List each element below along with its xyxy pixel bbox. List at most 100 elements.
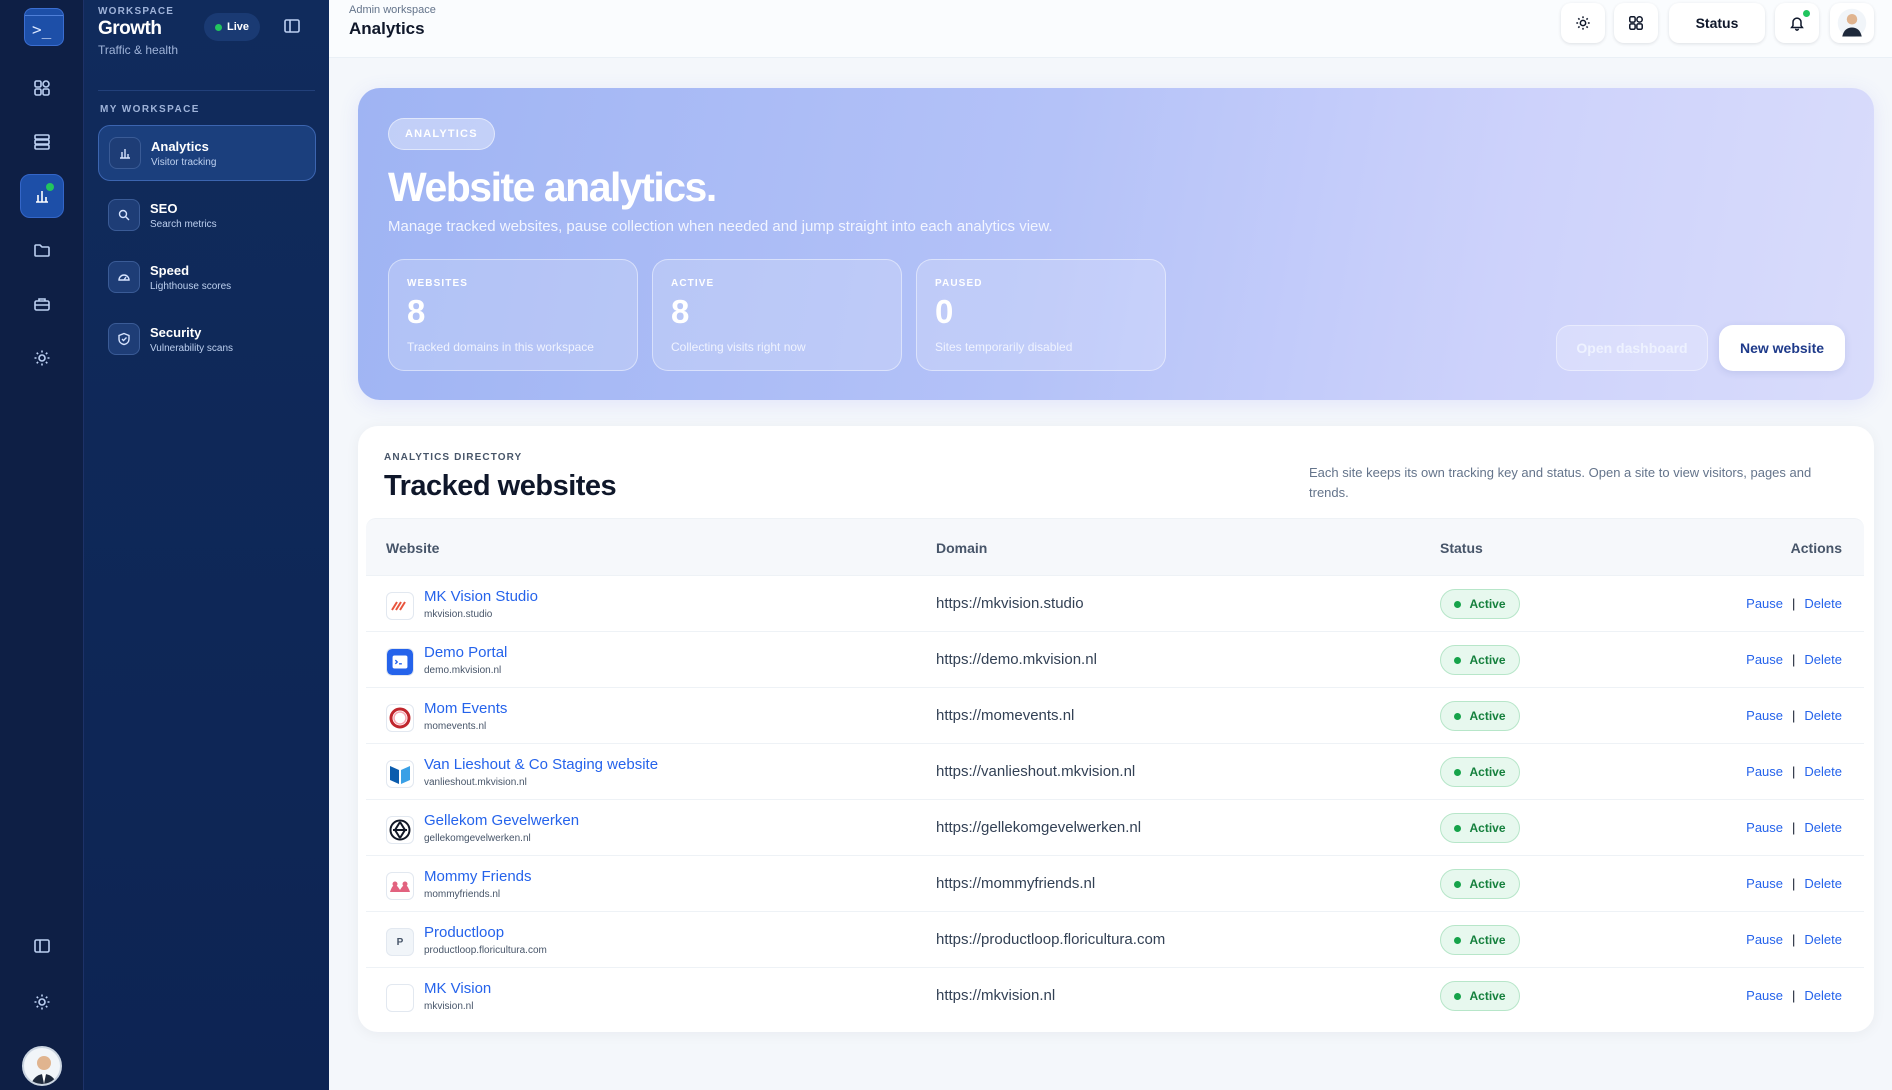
notifications-button[interactable] bbox=[1775, 3, 1819, 43]
rail-dashboard-button[interactable] bbox=[20, 66, 64, 110]
delete-button[interactable]: Delete bbox=[1804, 596, 1842, 611]
top-bar: Admin workspace Analytics Status bbox=[329, 0, 1892, 58]
gauge-icon bbox=[108, 261, 140, 293]
site-name-link[interactable]: Productloop bbox=[424, 924, 504, 941]
sidebar-item-label: Analytics bbox=[151, 138, 209, 154]
rail-sidebar-toggle-button[interactable] bbox=[20, 924, 64, 968]
database-icon bbox=[34, 134, 50, 150]
site-host: productloop.floricultura.com bbox=[424, 945, 547, 956]
site-name-link[interactable]: MK Vision Studio bbox=[424, 588, 538, 605]
delete-button[interactable]: Delete bbox=[1804, 764, 1842, 779]
pause-button[interactable]: Pause bbox=[1746, 708, 1783, 723]
sun-icon bbox=[1576, 16, 1590, 30]
delete-button[interactable]: Delete bbox=[1804, 988, 1842, 1003]
status-dot bbox=[1454, 768, 1462, 776]
table-row[interactable]: Mommy Friends mommyfriends.nl https://mo… bbox=[366, 856, 1864, 912]
delete-button[interactable]: Delete bbox=[1804, 876, 1842, 891]
theme-toggle-button[interactable] bbox=[1561, 3, 1605, 43]
apps-icon bbox=[1629, 16, 1643, 30]
rail-database-button[interactable] bbox=[20, 120, 64, 164]
collapse-sidebar-button[interactable] bbox=[282, 16, 302, 36]
status-dot bbox=[1454, 824, 1462, 832]
delete-button[interactable]: Delete bbox=[1804, 652, 1842, 667]
site-host: demo.mkvision.nl bbox=[424, 665, 502, 676]
site-host: mommyfriends.nl bbox=[424, 889, 501, 900]
site-name-link[interactable]: Mom Events bbox=[424, 700, 507, 717]
pause-button[interactable]: Pause bbox=[1746, 988, 1783, 1003]
rail-work-button[interactable] bbox=[20, 282, 64, 326]
stat-label: PAUSED bbox=[935, 278, 983, 289]
status-dot bbox=[1454, 880, 1462, 888]
table-row[interactable]: Mom Events momevents.nl https://momevent… bbox=[366, 688, 1864, 744]
action-separator: | bbox=[1792, 708, 1796, 723]
pause-button[interactable]: Pause bbox=[1746, 876, 1783, 891]
row-actions: Pause | Delete bbox=[1746, 912, 1842, 968]
tracked-websites-panel: ANALYTICS DIRECTORY Tracked websites Eac… bbox=[358, 426, 1874, 1032]
site-logo-icon bbox=[386, 872, 414, 900]
action-separator: | bbox=[1792, 764, 1796, 779]
site-name-link[interactable]: Mommy Friends bbox=[424, 868, 532, 885]
profile-button[interactable] bbox=[1830, 3, 1874, 43]
apps-button[interactable] bbox=[1614, 3, 1658, 43]
stat-value: 8 bbox=[671, 293, 690, 330]
workspace-sidebar: WORKSPACE Growth Traffic & health Live M… bbox=[84, 0, 329, 1090]
app-logo[interactable]: >_ bbox=[24, 8, 64, 46]
row-actions: Pause | Delete bbox=[1746, 744, 1842, 800]
action-separator: | bbox=[1792, 988, 1796, 1003]
notification-dot bbox=[1803, 10, 1810, 17]
pause-button[interactable]: Pause bbox=[1746, 820, 1783, 835]
delete-button[interactable]: Delete bbox=[1804, 932, 1842, 947]
pause-button[interactable]: Pause bbox=[1746, 652, 1783, 667]
sidebar-toggle-icon bbox=[284, 19, 300, 33]
user-avatar[interactable] bbox=[22, 1046, 62, 1086]
sidebar-item-analytics[interactable]: Analytics Visitor tracking bbox=[98, 125, 316, 181]
status-button[interactable]: Status bbox=[1669, 3, 1765, 43]
workspace-eyebrow: WORKSPACE bbox=[98, 6, 175, 17]
stat-value: 8 bbox=[407, 293, 426, 330]
stat-value: 0 bbox=[935, 293, 954, 330]
sidebar-item-speed[interactable]: Speed Lighthouse scores bbox=[98, 249, 316, 305]
site-name-link[interactable]: MK Vision bbox=[424, 980, 491, 997]
site-name-link[interactable]: Van Lieshout & Co Staging website bbox=[424, 756, 658, 773]
table-row[interactable]: P Productloop productloop.floricultura.c… bbox=[366, 912, 1864, 968]
table-row[interactable]: Gellekom Gevelwerken gellekomgevelwerken… bbox=[366, 800, 1864, 856]
action-separator: | bbox=[1792, 932, 1796, 947]
delete-button[interactable]: Delete bbox=[1804, 820, 1842, 835]
pause-button[interactable]: Pause bbox=[1746, 596, 1783, 611]
sidebar-item-security[interactable]: Security Vulnerability scans bbox=[98, 311, 316, 367]
rail-settings-button[interactable] bbox=[20, 980, 64, 1024]
icon-rail: >_ bbox=[0, 0, 84, 1090]
site-domain: https://momevents.nl bbox=[936, 707, 1075, 724]
panel-description: Each site keeps its own tracking key and… bbox=[1309, 465, 1812, 500]
table-row[interactable]: Van Lieshout & Co Staging website vanlie… bbox=[366, 744, 1864, 800]
delete-button[interactable]: Delete bbox=[1804, 708, 1842, 723]
new-website-button[interactable]: New website bbox=[1719, 325, 1845, 371]
table-row[interactable]: Demo Portal demo.mkvision.nl https://dem… bbox=[366, 632, 1864, 688]
status-label: Active bbox=[1469, 597, 1506, 611]
column-header-website[interactable]: Website bbox=[386, 519, 439, 577]
column-header-domain[interactable]: Domain bbox=[936, 519, 987, 577]
workspace-subtitle: Traffic & health bbox=[98, 43, 179, 57]
sidebar-item-sub: Vulnerability scans bbox=[150, 342, 234, 354]
site-name-link[interactable]: Demo Portal bbox=[424, 644, 507, 661]
stat-label: WEBSITES bbox=[407, 278, 469, 289]
site-name-link[interactable]: Gellekom Gevelwerken bbox=[424, 812, 579, 829]
row-actions: Pause | Delete bbox=[1746, 632, 1842, 688]
rail-files-button[interactable] bbox=[20, 228, 64, 272]
open-dashboard-button[interactable]: Open dashboard bbox=[1556, 325, 1708, 371]
sidebar-item-seo[interactable]: SEO Search metrics bbox=[98, 187, 316, 243]
live-label: Live bbox=[226, 21, 249, 33]
analytics-hero-card: ANALYTICS Website analytics. Manage trac… bbox=[358, 88, 1874, 400]
pause-button[interactable]: Pause bbox=[1746, 764, 1783, 779]
status-badge: Active bbox=[1440, 813, 1520, 843]
row-actions: Pause | Delete bbox=[1746, 856, 1842, 912]
settings-icon bbox=[34, 994, 50, 1010]
table-row[interactable]: MK Vision Studio mkvision.studio https:/… bbox=[366, 576, 1864, 632]
column-header-status[interactable]: Status bbox=[1440, 519, 1483, 577]
table-row[interactable]: MK Vision mkvision.nl https://mkvision.n… bbox=[366, 968, 1864, 1024]
pause-button[interactable]: Pause bbox=[1746, 932, 1783, 947]
rail-theme-button[interactable] bbox=[20, 336, 64, 380]
status-label: Active bbox=[1469, 933, 1506, 947]
rail-analytics-button[interactable] bbox=[20, 174, 64, 218]
site-host: vanlieshout.mkvision.nl bbox=[424, 777, 527, 788]
